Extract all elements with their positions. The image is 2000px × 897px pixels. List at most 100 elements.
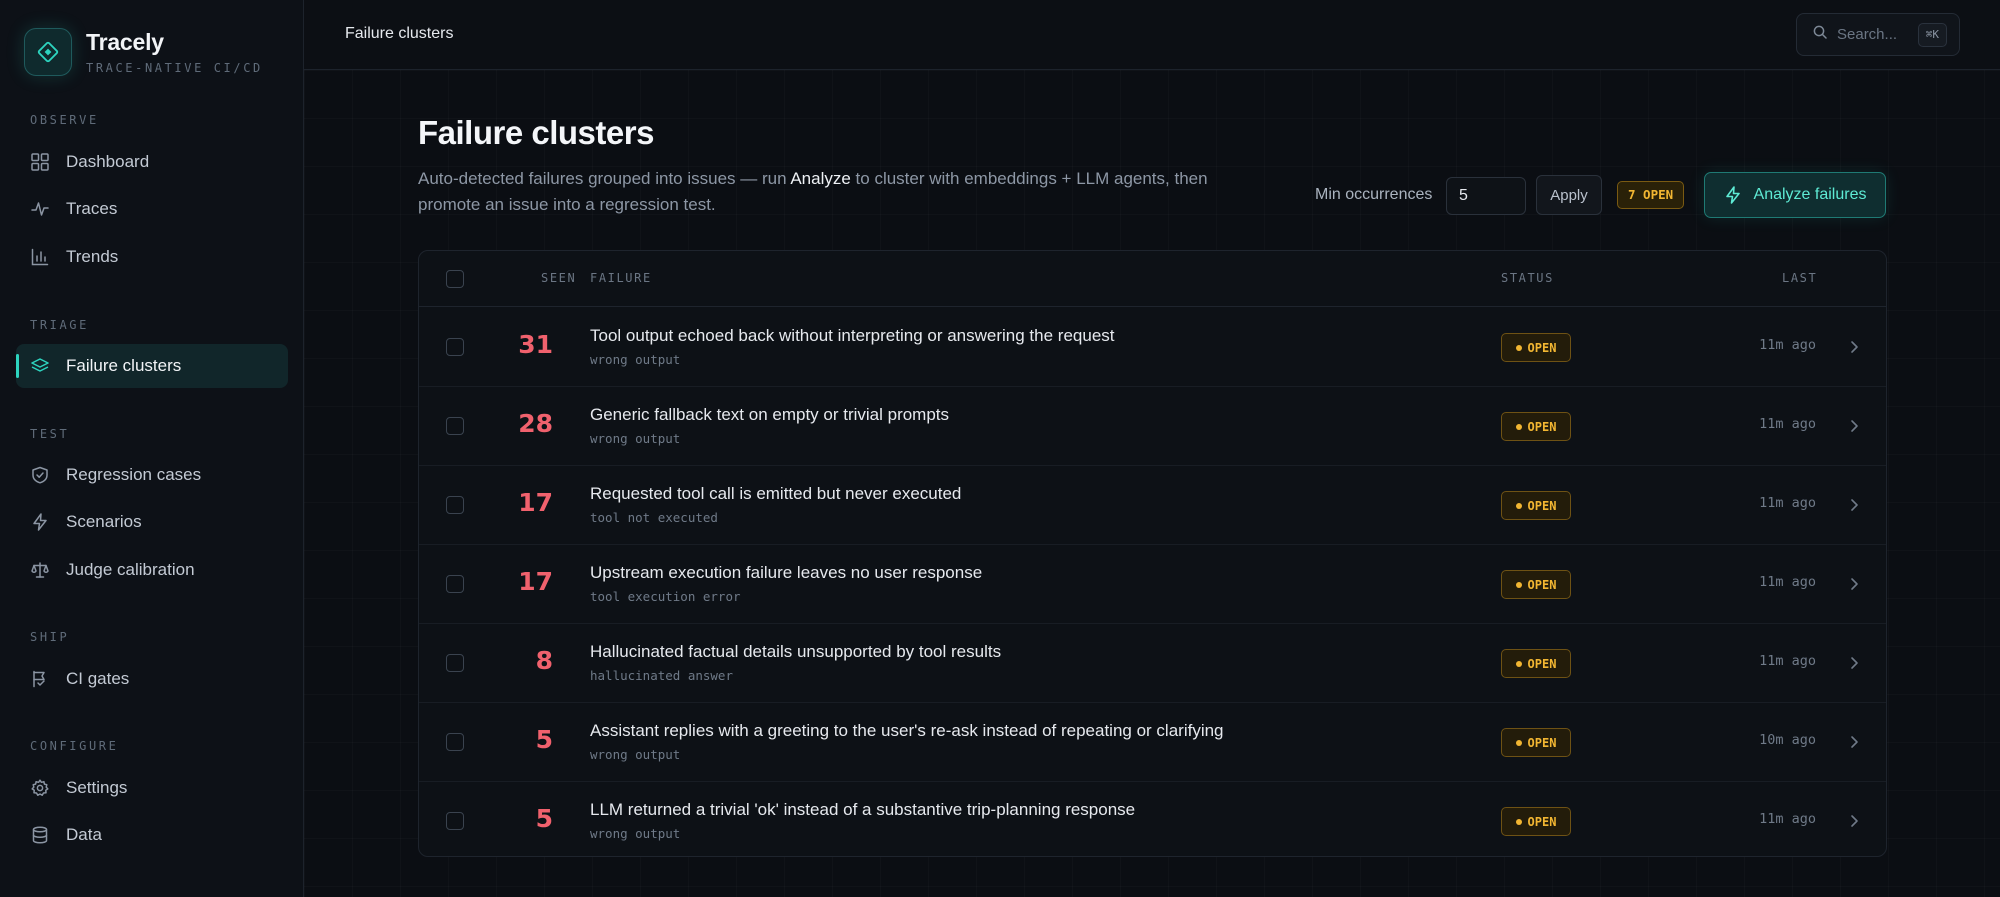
search-icon [1813, 25, 1827, 44]
chevron-right-icon[interactable] [1846, 734, 1862, 750]
last-seen-time: 11m ago [1759, 416, 1816, 432]
sidebar-item-label: Failure clusters [66, 356, 182, 375]
table-row[interactable]: 8 Hallucinated factual details unsupporte… [419, 624, 1886, 703]
status-dot-icon [1515, 660, 1522, 667]
layers-icon [30, 356, 50, 376]
open-count-badge: 7 OPEN [1617, 181, 1685, 209]
failure-category: wrong output [590, 352, 681, 367]
status-dot-icon [1515, 502, 1522, 509]
last-seen-time: 11m ago [1759, 653, 1816, 669]
sidebar-item-label: Scenarios [66, 512, 142, 531]
status-badge: OPEN [1501, 491, 1571, 520]
seen-count: 28 [518, 409, 553, 438]
last-seen-time: 11m ago [1759, 337, 1816, 353]
sidebar-item-label: Traces [66, 199, 118, 218]
row-checkbox[interactable] [446, 812, 464, 830]
sidebar-item-label: Judge calibration [66, 560, 195, 579]
row-checkbox[interactable] [446, 338, 464, 356]
chevron-right-icon[interactable] [1846, 339, 1862, 355]
nav-section-test: TEST [30, 427, 70, 441]
sidebar-item-dashboard[interactable]: Dashboard [16, 140, 288, 184]
failure-clusters-table: SEEN FAILURE STATUS LAST 31 Tool output e… [418, 250, 1887, 857]
status-label: OPEN [1527, 656, 1557, 671]
brand-tagline: TRACE-NATIVE CI/CD [86, 61, 263, 75]
failure-title: Requested tool call is emitted but never… [590, 484, 962, 503]
seen-count: 8 [535, 646, 553, 675]
nav-section-triage: TRIAGE [30, 318, 89, 332]
failure-title: Upstream execution failure leaves no use… [590, 563, 983, 582]
last-seen-time: 11m ago [1759, 811, 1816, 827]
seen-count: 17 [518, 488, 553, 517]
seen-count: 17 [518, 567, 553, 596]
column-header-last[interactable]: LAST [1782, 271, 1817, 285]
analyze-failures-button[interactable]: Analyze failures [1704, 172, 1886, 218]
table-row[interactable]: 5 Assistant replies with a greeting to th… [419, 703, 1886, 782]
nav-section-configure: CONFIGURE [30, 739, 119, 753]
gear-icon [30, 778, 50, 798]
failure-category: tool execution error [590, 589, 741, 604]
column-header-status[interactable]: STATUS [1501, 271, 1554, 285]
sidebar-item-traces[interactable]: Traces [16, 187, 288, 231]
bolt-icon [30, 512, 50, 532]
apply-button[interactable]: Apply [1536, 175, 1602, 215]
failure-category: wrong output [590, 747, 681, 762]
status-label: OPEN [1527, 814, 1557, 829]
failure-title: Generic fallback text on empty or trivia… [590, 405, 950, 424]
logo-diamond-icon [24, 28, 72, 76]
chevron-right-icon[interactable] [1846, 813, 1862, 829]
analyze-failures-label: Analyze failures [1753, 186, 1867, 203]
column-header-seen[interactable]: SEEN [541, 271, 576, 285]
sidebar-item-scenarios[interactable]: Scenarios [16, 500, 288, 544]
sidebar-item-data[interactable]: Data [16, 813, 288, 857]
status-label: OPEN [1527, 577, 1557, 592]
table-row[interactable]: 31 Tool output echoed back without interp… [419, 308, 1886, 387]
failure-category: wrong output [590, 431, 681, 446]
chevron-right-icon[interactable] [1846, 418, 1862, 434]
brand[interactable]: Tracely TRACE-NATIVE CI/CD [24, 28, 263, 76]
page-description: Auto-detected failures grouped into issu… [418, 166, 1268, 218]
status-label: OPEN [1527, 419, 1557, 434]
row-checkbox[interactable] [446, 417, 464, 435]
status-dot-icon [1515, 739, 1522, 746]
chevron-right-icon[interactable] [1846, 655, 1862, 671]
brand-name: Tracely [86, 29, 164, 55]
table-row[interactable]: 17 Requested tool call is emitted but nev… [419, 466, 1886, 545]
chevron-right-icon[interactable] [1846, 576, 1862, 592]
nav-section-ship: SHIP [30, 630, 70, 644]
select-all-checkbox[interactable] [446, 270, 464, 288]
row-checkbox[interactable] [446, 654, 464, 672]
seen-count: 31 [518, 330, 553, 359]
sidebar-item-trends[interactable]: Trends [16, 235, 288, 279]
topbar: Failure clusters Search... ⌘K [304, 0, 2000, 70]
shield-check-icon [30, 465, 50, 485]
min-occurrences-input[interactable] [1446, 177, 1526, 215]
status-badge: OPEN [1501, 728, 1571, 757]
column-header-failure[interactable]: FAILURE [590, 271, 652, 285]
sidebar-item-label: Trends [66, 247, 119, 266]
sidebar-item-ci-gates[interactable]: CI gates [16, 657, 288, 701]
table-row[interactable]: 5 LLM returned a trivial 'ok' instead of … [419, 782, 1886, 856]
description-analyze-keyword: Analyze [790, 169, 851, 188]
sidebar-item-label: Regression cases [66, 465, 202, 484]
chevron-right-icon[interactable] [1846, 497, 1862, 513]
row-checkbox[interactable] [446, 496, 464, 514]
search-placeholder: Search... [1837, 26, 1898, 43]
row-checkbox[interactable] [446, 733, 464, 751]
sidebar-item-regression-cases[interactable]: Regression cases [16, 453, 288, 497]
sidebar-item-failure-clusters[interactable]: Failure clusters [16, 344, 288, 388]
table-row[interactable]: 28 Generic fallback text on empty or triv… [419, 387, 1886, 466]
table-row[interactable]: 17 Upstream execution failure leaves no u… [419, 545, 1886, 624]
sidebar-item-settings[interactable]: Settings [16, 766, 288, 810]
search-box[interactable]: Search... ⌘K [1796, 13, 1960, 56]
status-badge: OPEN [1501, 649, 1571, 678]
status-dot-icon [1515, 344, 1522, 351]
sidebar-item-judge-calibration[interactable]: Judge calibration [16, 548, 288, 592]
status-badge: OPEN [1501, 412, 1571, 441]
status-badge: OPEN [1501, 807, 1571, 836]
row-checkbox[interactable] [446, 575, 464, 593]
failure-title: Assistant replies with a greeting to the… [590, 721, 1224, 740]
search-shortcut: ⌘K [1917, 23, 1947, 47]
sidebar-item-label: Settings [66, 778, 128, 797]
sidebar: Tracely TRACE-NATIVE CI/CD OBSERVE Dashb… [0, 0, 304, 897]
failure-title: Tool output echoed back without interpre… [590, 326, 1115, 345]
